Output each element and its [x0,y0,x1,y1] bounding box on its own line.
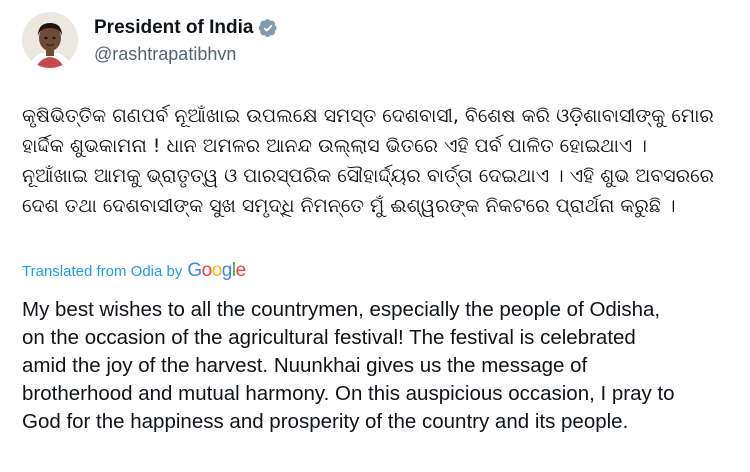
google-logo: Google [187,260,247,282]
tweet-card: President of India @rashtrapatibhvn କୃଷି… [0,0,750,472]
google-logo-letter: g [221,260,233,281]
google-logo-letter: G [187,260,202,281]
user-avatar-photo [22,12,78,68]
translated-label: Translated from Odia by [22,262,183,280]
google-logo-letter: o [201,260,213,281]
tweet-original-text: କୃଷିଭିତ୍ତିକ ଗଣପର୍ବ ନୂଆଁଖାଇ ଉପଲକ୍ଷେ ସମସ୍ତ… [22,105,715,217]
tweet-header: President of India @rashtrapatibhvn [22,12,278,76]
author-names: President of India @rashtrapatibhvn [94,16,278,65]
display-name[interactable]: President of India [94,17,253,39]
translated-from-link[interactable]: Translated from Odia by Google [22,258,246,284]
avatar[interactable] [22,12,78,68]
user-handle[interactable]: @rashtrapatibhvn [94,44,278,65]
tweet-translation-text: My best wishes to all the countrymen, es… [22,298,675,433]
google-logo-letter: e [235,260,247,281]
verified-badge-icon [258,18,278,38]
google-logo-letter: o [211,260,223,281]
name-row: President of India [94,16,278,40]
